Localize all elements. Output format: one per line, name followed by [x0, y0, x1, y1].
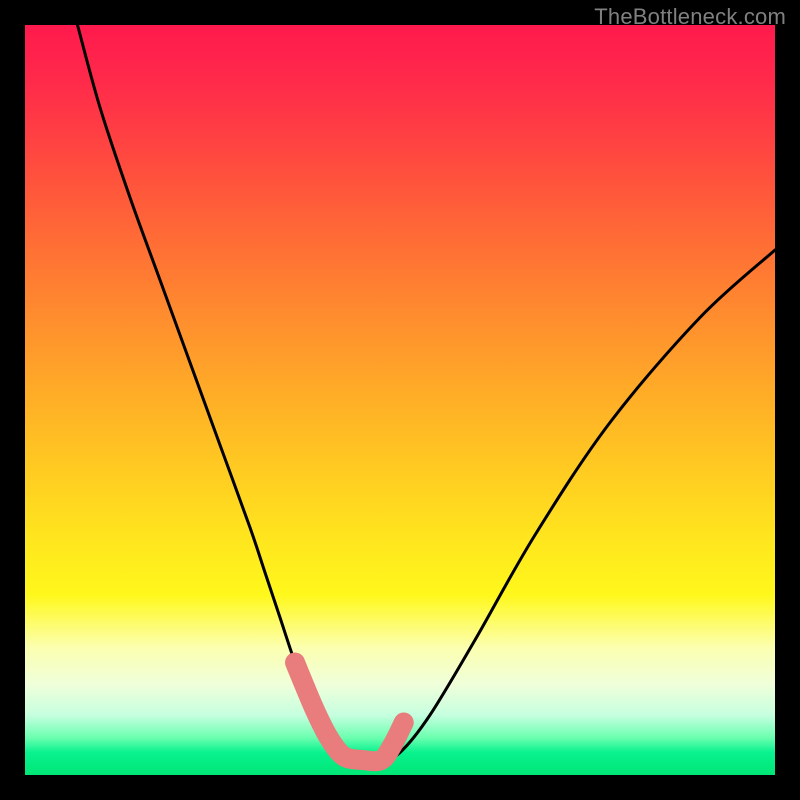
plot-area — [25, 25, 775, 775]
accent-highlight — [25, 25, 775, 775]
chart-frame: TheBottleneck.com — [0, 0, 800, 800]
watermark-text: TheBottleneck.com — [594, 4, 786, 30]
